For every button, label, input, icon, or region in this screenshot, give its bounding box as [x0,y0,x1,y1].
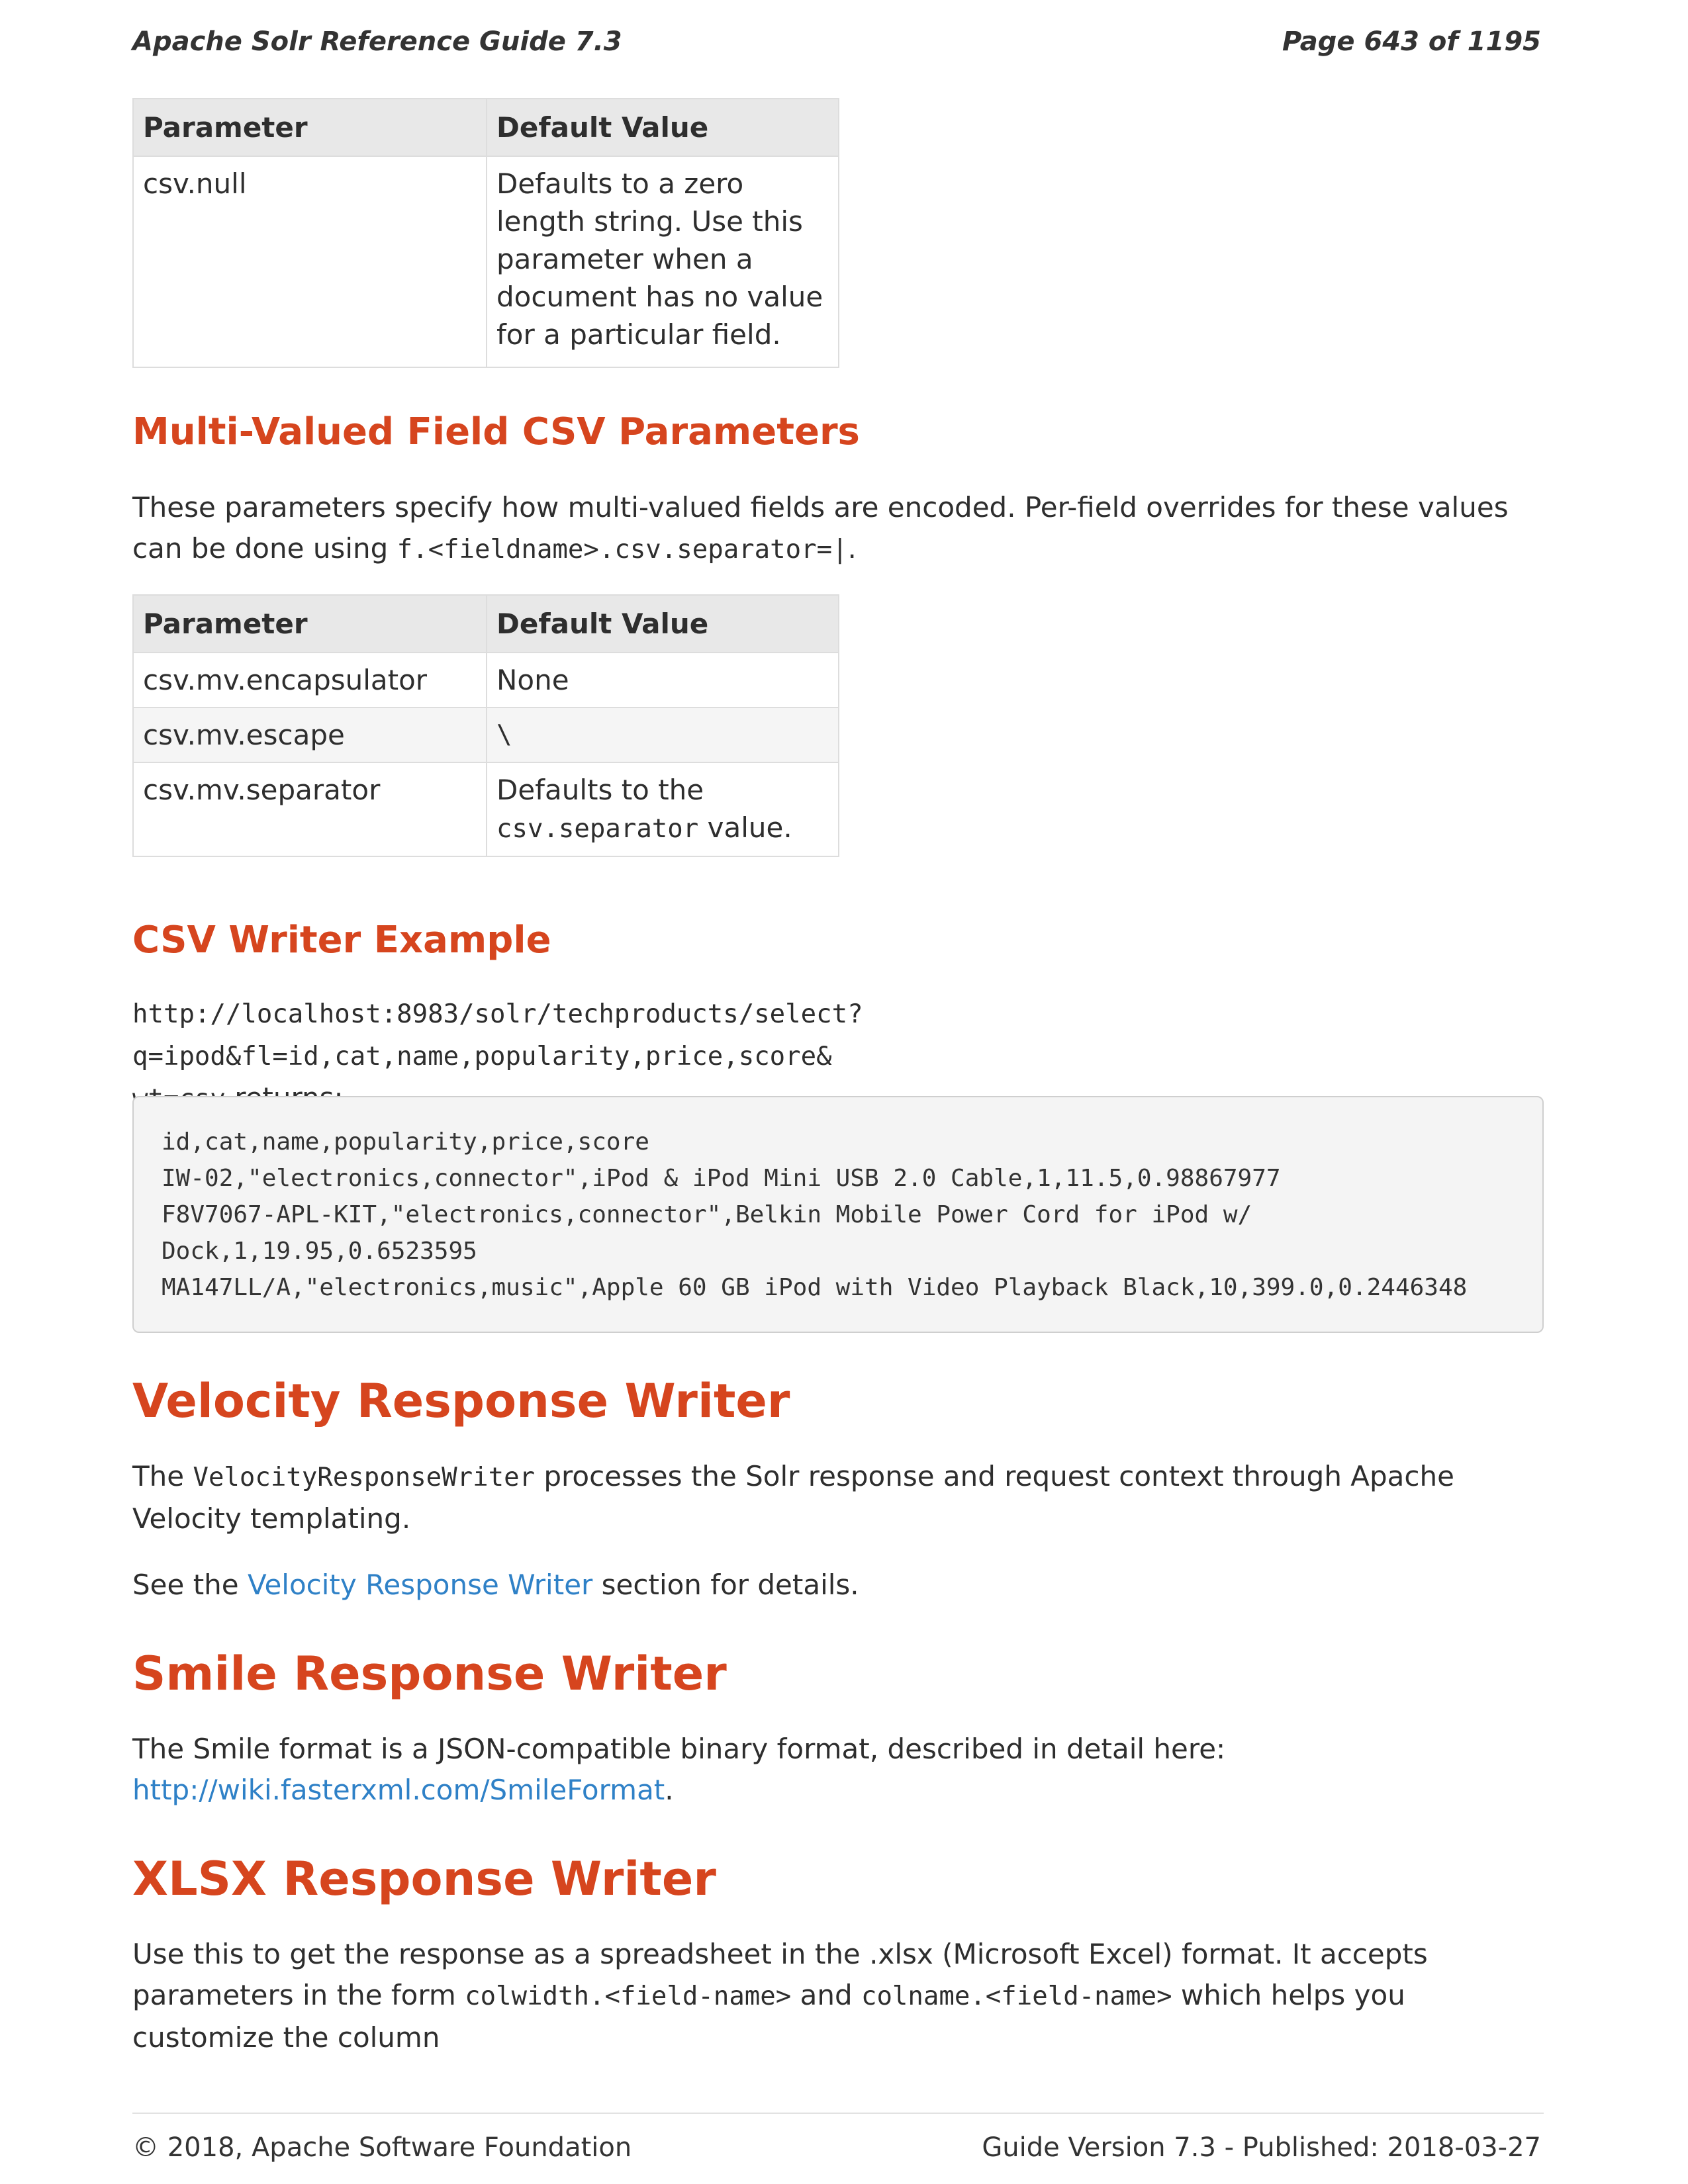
smile-text-end: . [665,1774,674,1806]
default-cell: \ [486,707,839,763]
velocity-section-link[interactable]: Velocity Response Writer [248,1569,592,1601]
csv-null-table: Parameter Default Value csv.null Default… [132,98,839,368]
smile-format-link[interactable]: http://wiki.fasterxml.com/SmileFormat [132,1774,665,1806]
velocity-class-code: VelocityResponseWriter [193,1463,536,1492]
default-cell: Defaults to a zero length string. Use th… [486,156,839,368]
xlsx-text-mid: and [791,1979,861,2011]
column-header-parameter: Parameter [132,594,487,653]
default-cell: None [486,652,839,708]
param-cell: csv.mv.separator [132,762,487,857]
see-text: See the [132,1569,248,1601]
default-text-end: value. [698,811,792,844]
table-row: csv.mv.encapsulator None [132,652,839,708]
column-header-default: Default Value [486,594,839,653]
see-text-end: section for details. [592,1569,859,1601]
table-header-row: Parameter Default Value [132,594,839,653]
running-header-title: Apache Solr Reference Guide 7.3 [132,26,622,57]
velocity-text: The [132,1460,193,1492]
footer-version: Guide Version 7.3 - Published: 2018-03-2… [982,2132,1541,2163]
intro-code: f.<fieldname>.csv.separator=| [397,535,848,565]
smile-description: The Smile format is a JSON-compatible bi… [132,1729,1549,1811]
velocity-see-also: See the Velocity Response Writer section… [132,1565,1549,1606]
code-line: MA147LL/A,"electronics,music",Apple 60 G… [162,1274,1468,1301]
section-heading-velocity: Velocity Response Writer [132,1374,790,1428]
footer-divider [132,2113,1544,2114]
table-row: csv.mv.separator Defaults to the csv.sep… [132,762,839,857]
default-cell: Defaults to the csv.separator value. [486,762,839,857]
param-cell: csv.mv.escape [132,707,487,763]
section-heading-multivalued: Multi-Valued Field CSV Parameters [132,410,860,453]
csv-output-code-block: id,cat,name,popularity,price,score IW-02… [132,1096,1544,1333]
section-heading-smile: Smile Response Writer [132,1647,727,1701]
intro-end: . [847,532,857,565]
colname-code: colname.<field-name> [861,1981,1172,2011]
code-line: IW-02,"electronics,connector",iPod & iPo… [162,1165,1281,1192]
code-line: F8V7067-APL-KIT,"electronics,connector",… [162,1201,1252,1228]
param-cell: csv.null [132,156,487,368]
table-header-row: Parameter Default Value [132,98,839,157]
section-heading-csv-example: CSV Writer Example [132,919,551,962]
velocity-description: The VelocityResponseWriter processes the… [132,1456,1549,1539]
colwidth-code: colwidth.<field-name> [465,1981,792,2011]
running-header-page: Page 643 of 1195 [1282,26,1541,57]
param-cell: csv.mv.encapsulator [132,652,487,708]
example-url: http://localhost:8983/solr/techproducts/… [132,999,863,1071]
default-code: csv.separator [496,814,699,844]
column-header-default: Default Value [486,98,839,157]
table-row: csv.mv.escape \ [132,707,839,763]
section-heading-xlsx: XLSX Response Writer [132,1852,716,1906]
code-line: Dock,1,19.95,0.6523595 [162,1238,477,1265]
code-line: id,cat,name,popularity,price,score [162,1128,649,1156]
column-header-parameter: Parameter [132,98,487,157]
default-text: Defaults to the [496,774,704,806]
xlsx-description: Use this to get the response as a spread… [132,1934,1549,2058]
smile-text: The Smile format is a JSON-compatible bi… [132,1733,1226,1765]
multivalued-table: Parameter Default Value csv.mv.encapsula… [132,594,839,857]
table-row: csv.null Defaults to a zero length strin… [132,156,839,368]
footer-copyright: © 2018, Apache Software Foundation [132,2132,632,2163]
multivalued-intro: These parameters specify how multi-value… [132,487,1549,570]
